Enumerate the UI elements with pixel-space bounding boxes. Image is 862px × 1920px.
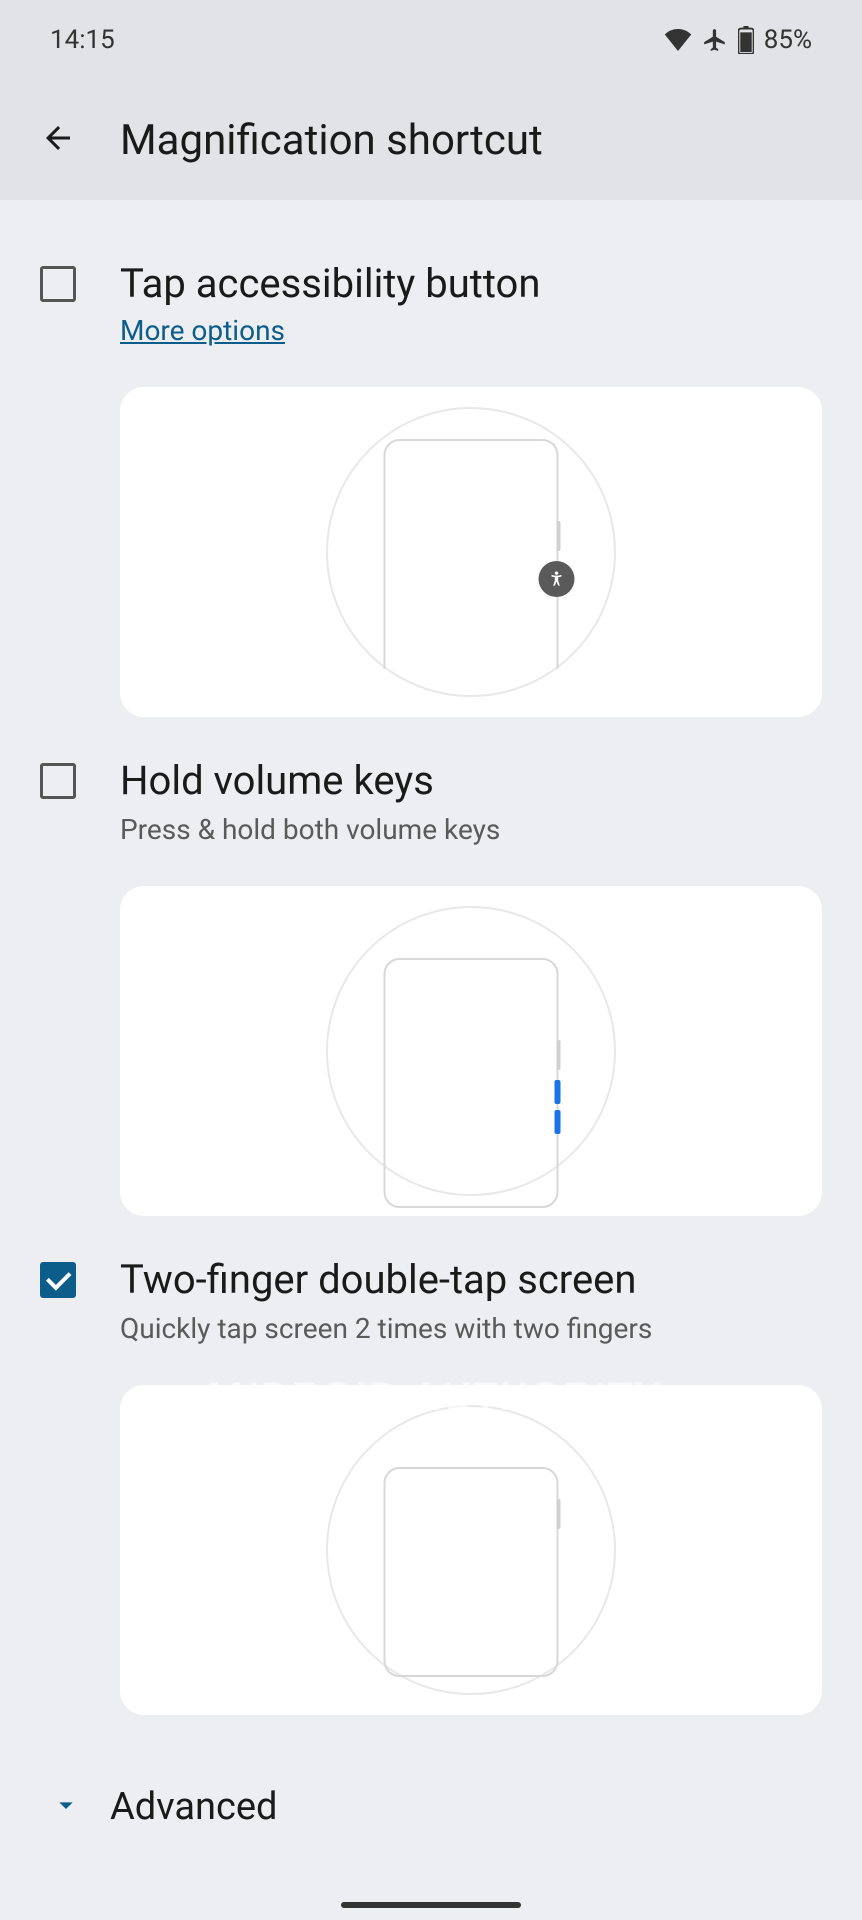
content: Tap accessibility button More options Ho… xyxy=(0,200,862,1859)
option-title: Tap accessibility button xyxy=(120,260,822,308)
circle-bg xyxy=(326,906,616,1196)
phone-outline xyxy=(384,1467,559,1677)
more-options-link[interactable]: More options xyxy=(120,314,285,347)
option-body: Two-finger double-tap screen Quickly tap… xyxy=(120,1256,822,1715)
chevron-down-icon xyxy=(50,1789,82,1825)
option-body: Tap accessibility button More options xyxy=(120,260,822,717)
option-title: Two-finger double-tap screen xyxy=(120,1256,822,1304)
status-bar: 14:15 85% xyxy=(0,0,862,80)
illustration-accessibility-button xyxy=(120,387,822,717)
phone-outline xyxy=(384,958,559,1208)
status-right: 85% xyxy=(664,25,812,55)
side-button-gray xyxy=(557,1499,561,1529)
option-hold-volume[interactable]: Hold volume keys Press & hold both volum… xyxy=(40,757,822,1216)
option-subtitle: Quickly tap screen 2 times with two fing… xyxy=(120,1312,822,1345)
illustration-volume-keys xyxy=(120,886,822,1216)
nav-handle[interactable] xyxy=(341,1902,521,1908)
battery-icon xyxy=(738,26,754,54)
back-button[interactable] xyxy=(40,120,76,160)
status-time: 14:15 xyxy=(50,25,115,55)
volume-key-up-icon xyxy=(555,1080,561,1104)
circle-bg xyxy=(326,1405,616,1695)
option-two-finger-tap[interactable]: Two-finger double-tap screen Quickly tap… xyxy=(40,1256,822,1715)
side-button-gray xyxy=(557,1040,561,1070)
option-body: Hold volume keys Press & hold both volum… xyxy=(120,757,822,1216)
app-bar: Magnification shortcut xyxy=(0,80,862,200)
wifi-icon xyxy=(664,29,692,51)
side-button-gray xyxy=(557,521,561,551)
advanced-label: Advanced xyxy=(110,1785,277,1829)
airplane-icon xyxy=(702,27,728,53)
option-tap-accessibility[interactable]: Tap accessibility button More options xyxy=(40,260,822,717)
illustration-two-finger-tap xyxy=(120,1385,822,1715)
battery-percent: 85% xyxy=(764,25,812,55)
advanced-toggle[interactable]: Advanced xyxy=(40,1755,822,1859)
phone-outline xyxy=(384,439,559,669)
accessibility-icon xyxy=(539,561,575,597)
option-subtitle: Press & hold both volume keys xyxy=(120,813,822,846)
volume-key-down-icon xyxy=(555,1110,561,1134)
checkbox-hold-volume[interactable] xyxy=(40,763,76,799)
checkbox-two-finger-tap[interactable] xyxy=(40,1262,76,1298)
page-title: Magnification shortcut xyxy=(120,116,543,165)
option-title: Hold volume keys xyxy=(120,757,822,805)
circle-bg xyxy=(326,407,616,697)
checkbox-tap-accessibility[interactable] xyxy=(40,266,76,302)
